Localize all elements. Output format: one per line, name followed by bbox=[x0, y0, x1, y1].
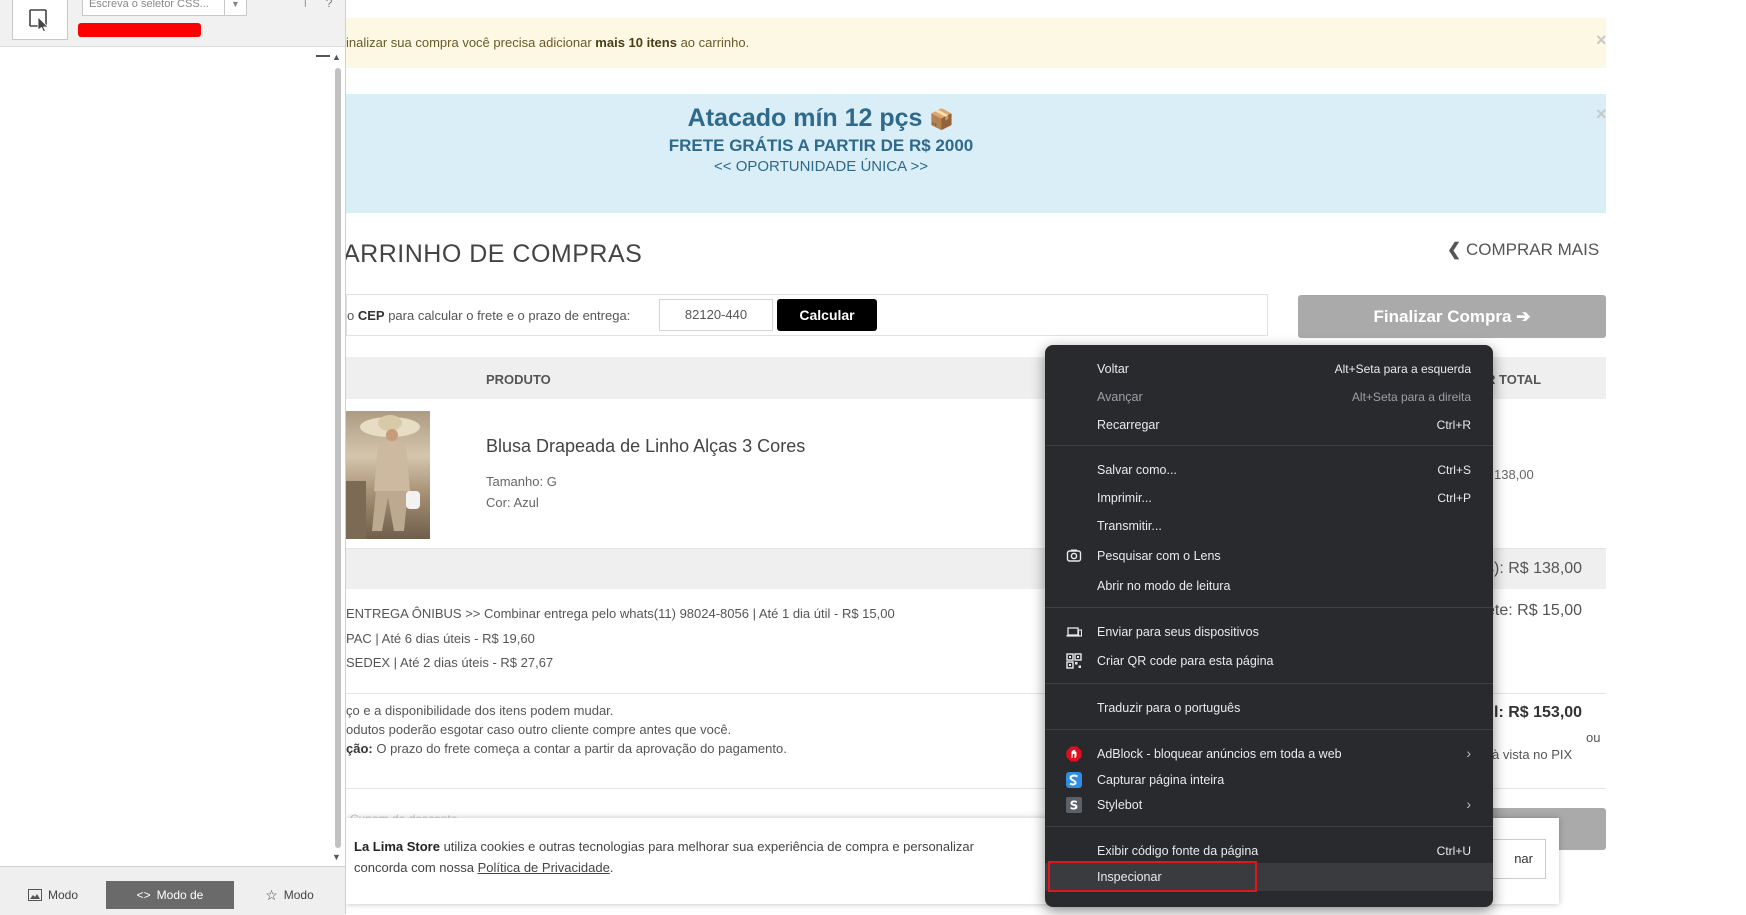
promo-opportunity: << OPORTUNIDADE ÚNICA >> bbox=[714, 158, 928, 175]
element-picker-button[interactable] bbox=[12, 0, 68, 40]
menu-item-imprimir[interactable]: Imprimir... Ctrl+P bbox=[1045, 484, 1493, 512]
menu-item-recarregar[interactable]: Recarregar Ctrl+R bbox=[1045, 411, 1493, 439]
calcular-button[interactable]: Calcular bbox=[777, 299, 877, 331]
menu-item-modo-leitura[interactable]: Abrir no modo de leitura bbox=[1045, 572, 1493, 600]
frete-value: ete: R$ 15,00 bbox=[1486, 602, 1583, 619]
product-color: Cor: Azul bbox=[486, 495, 539, 510]
promo-title: Atacado mín 12 pçs 📦 bbox=[687, 104, 955, 132]
notice-text: inalizar sua compra você precisa adicion… bbox=[346, 35, 750, 50]
tab-code-mode[interactable]: <> Modo de bbox=[106, 881, 234, 909]
cep-label: o CEP para calcular o frete e o prazo de… bbox=[347, 308, 631, 323]
chevron-down-icon: ▼ bbox=[231, 0, 240, 9]
redacted-bar bbox=[78, 23, 201, 37]
cep-calculator: o CEP para calcular o frete e o prazo de… bbox=[346, 294, 1268, 336]
menu-item-capturar[interactable]: Capturar página inteira bbox=[1045, 766, 1493, 794]
collapse-line[interactable] bbox=[316, 55, 330, 57]
help-icon[interactable]: ? bbox=[326, 0, 333, 10]
close-icon[interactable]: × bbox=[1596, 104, 1607, 125]
code-icon: <> bbox=[136, 888, 151, 902]
note-shipping-time: ção: O prazo do frete começa a contar a … bbox=[346, 741, 787, 756]
page-title: ARRINHO DE COMPRAS bbox=[343, 240, 643, 268]
arrow-right-icon: ➔ bbox=[1516, 307, 1531, 326]
menu-item-transmitir[interactable]: Transmitir... bbox=[1045, 512, 1493, 540]
screenshot-icon bbox=[1066, 772, 1082, 788]
tab-magic-mode[interactable]: ☆ Modo bbox=[234, 881, 345, 909]
shipping-option-pac[interactable]: PAC | Até 6 dias úteis - R$ 19,60 bbox=[346, 631, 535, 646]
menu-separator bbox=[1045, 445, 1493, 446]
scroll-down-icon[interactable]: ▼ bbox=[332, 852, 341, 862]
menu-item-voltar[interactable]: Voltar Alt+Seta para a esquerda bbox=[1045, 355, 1493, 383]
tab-label: Modo de bbox=[156, 888, 204, 902]
total-value: l: R$ 153,00 bbox=[1494, 704, 1583, 721]
pix-label: à vista no PIX bbox=[1492, 747, 1573, 762]
menu-item-adblock[interactable]: AdBlock - bloquear anúncios em toda a we… bbox=[1045, 740, 1493, 768]
tab-label: Modo bbox=[283, 888, 314, 902]
promo-subtitle: FRETE GRÁTIS A PARTIR DE R$ 2000 bbox=[668, 136, 974, 155]
shipping-option-sedex[interactable]: SEDEX | Até 2 dias úteis - R$ 27,67 bbox=[346, 655, 553, 670]
menu-separator bbox=[1045, 683, 1493, 684]
header-total: R TOTAL bbox=[1486, 372, 1542, 387]
css-selector-input[interactable]: Escreva o seletor CSS... bbox=[82, 0, 247, 16]
context-menu: Voltar Alt+Seta para a esquerda Avançar Al… bbox=[1045, 345, 1493, 907]
menu-separator bbox=[1045, 729, 1493, 730]
extension-toolbar: Escreva o seletor CSS... ▼ ⊤ ? bbox=[0, 0, 345, 47]
promo-banner: Atacado mín 12 pçs 📦 FRETE GRÁTIS A PART… bbox=[346, 94, 1607, 213]
extension-scrollbar[interactable]: ▲ ▼ bbox=[332, 52, 343, 864]
product-image[interactable] bbox=[346, 411, 430, 539]
scroll-up-icon[interactable]: ▲ bbox=[332, 52, 341, 62]
extension-panel: Escreva o seletor CSS... ▼ ⊤ ? ▲ ▼ Modo … bbox=[0, 0, 346, 915]
comprar-mais-link[interactable]: ❮ COMPRAR MAIS bbox=[1447, 240, 1599, 260]
finalizar-compra-button[interactable]: Finalizar Compra ➔ bbox=[1298, 295, 1606, 338]
menu-item-salvar[interactable]: Salvar como... Ctrl+S bbox=[1045, 456, 1493, 484]
extension-tools: ⊤ ? bbox=[300, 0, 332, 10]
scrollbar-thumb[interactable] bbox=[335, 68, 341, 848]
menu-item-enviar-dispositivos[interactable]: Enviar para seus dispositivos bbox=[1045, 618, 1493, 646]
cookie-text-line1: La Lima Store utiliza cookies e outras t… bbox=[354, 839, 974, 854]
close-icon[interactable]: × bbox=[1596, 30, 1607, 51]
menu-item-qr-code[interactable]: Criar QR code para esta página bbox=[1045, 647, 1493, 675]
selector-dropdown-button[interactable]: ▼ bbox=[224, 0, 247, 16]
highlight-box bbox=[1048, 861, 1257, 892]
chevron-right-icon: › bbox=[1466, 745, 1471, 761]
tab-basic-mode[interactable]: Modo bbox=[0, 881, 106, 909]
header-produto: PRODUTO bbox=[486, 372, 551, 387]
svg-text:S: S bbox=[1070, 799, 1079, 813]
shipping-option-onibus[interactable]: ENTREGA ÔNIBUS >> Combinar entrega pelo … bbox=[346, 606, 895, 621]
chevron-left-icon: ❮ bbox=[1447, 240, 1462, 259]
box-icon: 📦 bbox=[929, 109, 955, 131]
note-price: ço e a disponibilidade dos itens podem m… bbox=[346, 703, 614, 718]
star-icon: ☆ bbox=[265, 886, 278, 903]
product-size: Tamanho: G bbox=[486, 474, 557, 489]
menu-separator bbox=[1045, 607, 1493, 608]
menu-separator bbox=[1045, 826, 1493, 827]
or-label: ou bbox=[1586, 730, 1601, 745]
menu-item-avancar: Avançar Alt+Seta para a direita bbox=[1097, 390, 1471, 404]
cursor-select-icon bbox=[29, 8, 49, 32]
note-stock: odutos poderão esgotar caso outro client… bbox=[346, 722, 732, 737]
tab-label: Modo bbox=[47, 888, 79, 902]
subtotal-value: s): R$ 138,00 bbox=[1486, 560, 1583, 577]
pin-icon[interactable]: ⊤ bbox=[300, 0, 310, 10]
chevron-right-icon: › bbox=[1466, 796, 1471, 812]
menu-item-traduzir[interactable]: Traduzir para o português bbox=[1045, 694, 1493, 722]
qr-code-icon bbox=[1066, 653, 1082, 669]
privacy-policy-link[interactable]: Política de Privacidade bbox=[478, 860, 610, 875]
adblock-icon bbox=[1066, 746, 1082, 762]
cart-minimum-notice: inalizar sua compra você precisa adicion… bbox=[346, 18, 1607, 68]
mode-tabs: Modo <> Modo de ☆ Modo bbox=[0, 866, 345, 915]
product-price: 138,00 bbox=[1494, 467, 1534, 482]
image-icon bbox=[27, 889, 42, 901]
product-photo-icon bbox=[346, 415, 420, 539]
devices-icon bbox=[1066, 624, 1082, 640]
menu-item-stylebot[interactable]: S Stylebot › bbox=[1045, 791, 1493, 819]
stylebot-icon: S bbox=[1066, 797, 1082, 813]
cep-input[interactable]: 82120-440 bbox=[659, 299, 773, 331]
product-name[interactable]: Blusa Drapeada de Linho Alças 3 Cores bbox=[486, 436, 805, 457]
cookie-text-line2: concorda com nossa Política de Privacida… bbox=[354, 860, 614, 875]
lens-icon bbox=[1066, 548, 1082, 564]
menu-item-lens[interactable]: Pesquisar com o Lens bbox=[1045, 542, 1493, 570]
